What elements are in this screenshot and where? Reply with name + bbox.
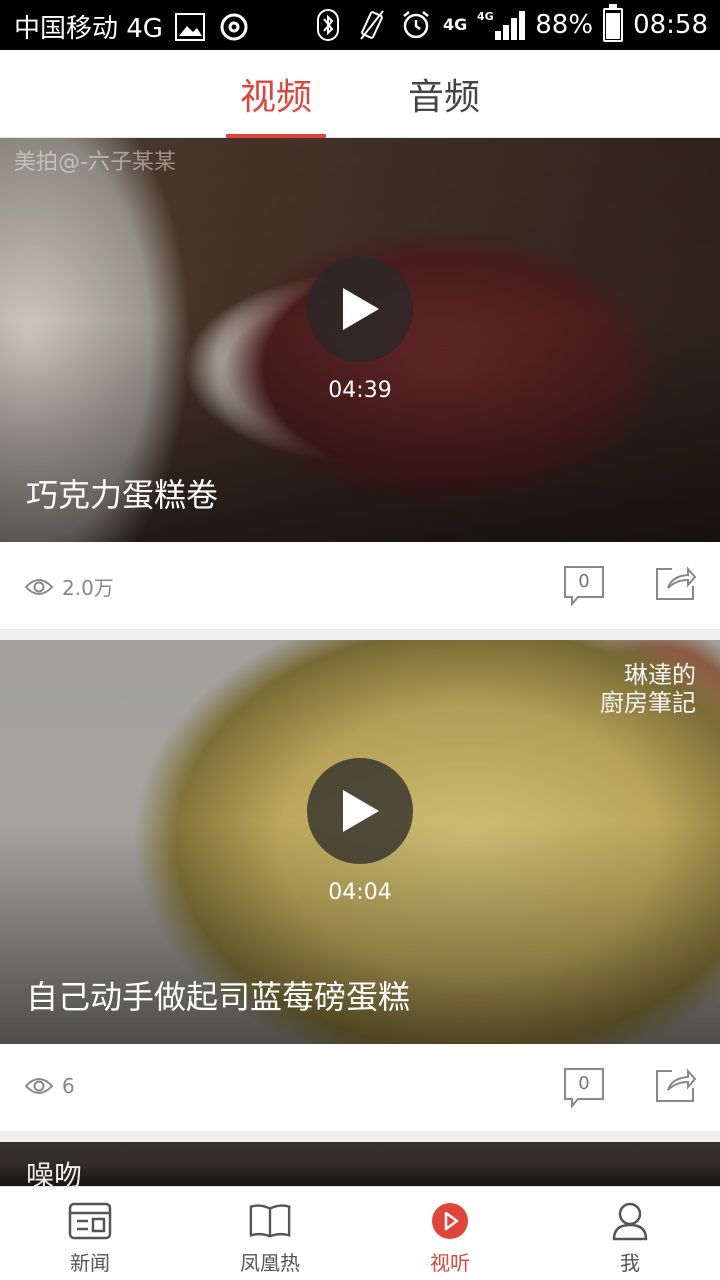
view-count-value: 2.0万	[62, 576, 114, 600]
play-button[interactable]	[307, 758, 413, 864]
video-card: 琳達的 廚房筆記 04:04 自己动手做起司蓝莓磅蛋糕 6 0	[0, 640, 720, 1144]
battery-icon	[603, 4, 624, 42]
comment-count: 0	[578, 1072, 590, 1094]
vibrate-icon	[355, 8, 389, 42]
nav-label: 视听	[430, 1251, 470, 1275]
video-duration: 04:39	[328, 378, 392, 403]
alarm-icon	[399, 8, 433, 42]
eye-icon	[24, 578, 54, 595]
signal-icon: 4G	[477, 8, 526, 42]
network-type-left: 4G	[443, 15, 468, 34]
nav-label: 我	[620, 1251, 640, 1275]
play-icon	[343, 790, 379, 832]
video-watermark: 噪吻	[26, 1159, 83, 1186]
play-icon	[343, 288, 379, 330]
nav-item-phoenix-hot[interactable]: 凤凰热	[180, 1187, 360, 1280]
media-tabs: 视频 音频	[0, 50, 720, 138]
netease-icon	[217, 10, 251, 44]
bluetooth-icon	[311, 8, 345, 42]
bottom-nav: 新闻 凤凰热 视听 我	[0, 1186, 720, 1280]
video-title[interactable]: 自己动手做起司蓝莓磅蛋糕	[26, 972, 410, 1018]
user-icon	[608, 1201, 652, 1241]
comment-button[interactable]: 0	[562, 1066, 606, 1108]
nav-item-me[interactable]: 我	[540, 1187, 720, 1280]
comment-count: 0	[578, 570, 590, 592]
video-thumbnail[interactable]: 美拍@-六子某某 04:39 巧克力蛋糕卷	[0, 138, 720, 542]
video-meta: 6 0	[0, 1044, 720, 1132]
eye-icon	[24, 1078, 54, 1094]
view-count-value: 6	[62, 1074, 75, 1098]
tab-video[interactable]: 视频	[226, 50, 326, 138]
share-button[interactable]	[654, 1066, 697, 1106]
share-button[interactable]	[654, 564, 697, 604]
status-bar: 中国移动 4G 4G 4G 88% 08:58	[0, 0, 720, 50]
carrier-label: 中国移动 4G	[14, 14, 163, 44]
video-title[interactable]: 巧克力蛋糕卷	[26, 470, 218, 516]
nav-item-audio-video[interactable]: 视听	[360, 1187, 540, 1280]
battery-level-fill	[606, 12, 621, 39]
video-card: 美拍@-六子某某 04:39 巧克力蛋糕卷 2.0万 0	[0, 138, 720, 642]
video-thumbnail[interactable]: 噪吻	[0, 1142, 720, 1186]
nav-item-news[interactable]: 新闻	[0, 1187, 180, 1280]
video-watermark: 琳達的 廚房筆記	[600, 661, 696, 717]
tab-audio[interactable]: 音频	[394, 50, 494, 138]
view-count: 2.0万	[24, 572, 114, 601]
image-icon	[173, 10, 207, 44]
video-watermark-line: 廚房筆記	[600, 688, 696, 717]
video-watermark-line: 琳達的	[624, 661, 696, 689]
video-card: 噪吻	[0, 1142, 720, 1186]
network-type-right: 4G	[477, 10, 494, 23]
share-icon	[656, 1068, 697, 1102]
share-icon	[656, 566, 697, 600]
video-meta: 2.0万 0	[0, 542, 720, 630]
video-duration: 04:04	[328, 880, 392, 905]
clock: 08:58	[633, 10, 708, 40]
view-count: 6	[24, 1074, 75, 1098]
nav-label: 凤凰热	[240, 1251, 300, 1275]
play-circle-icon	[428, 1201, 472, 1241]
video-thumbnail[interactable]: 琳達的 廚房筆記 04:04 自己动手做起司蓝莓磅蛋糕	[0, 640, 720, 1044]
book-icon	[248, 1201, 292, 1241]
video-watermark: 美拍@-六子某某	[14, 150, 176, 175]
battery-percent: 88%	[535, 10, 594, 40]
play-button[interactable]	[307, 256, 413, 362]
comment-button[interactable]: 0	[562, 564, 606, 606]
news-icon	[68, 1201, 112, 1241]
nav-label: 新闻	[70, 1251, 110, 1275]
